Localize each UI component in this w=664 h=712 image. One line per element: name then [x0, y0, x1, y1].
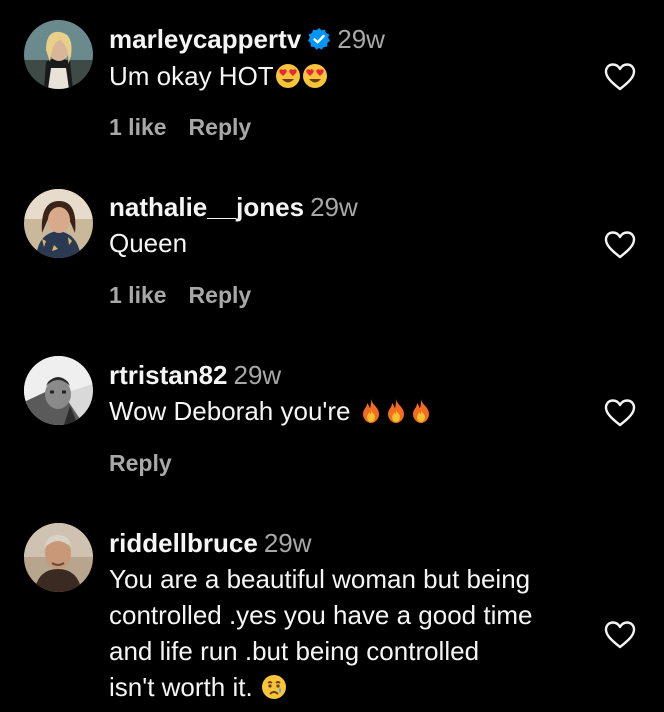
avatar[interactable]: [24, 523, 93, 592]
verified-badge-icon: [307, 27, 331, 57]
username[interactable]: riddellbruce: [109, 528, 258, 558]
crying-face-emoji-icon: [261, 673, 287, 709]
username[interactable]: rtristan82: [109, 360, 228, 390]
comment-actions: 1 like Reply: [109, 281, 251, 309]
comment-text-content: isn't worth it.: [109, 672, 260, 702]
avatar[interactable]: [24, 20, 93, 89]
reply-button[interactable]: Reply: [189, 114, 252, 140]
reply-button[interactable]: Reply: [189, 282, 252, 308]
comment-header: rtristan82 29w: [109, 360, 281, 390]
fire-emoji-icon: [384, 397, 408, 433]
likes-count[interactable]: 1 like: [109, 282, 167, 308]
heart-outline-icon[interactable]: [604, 230, 636, 260]
comment-header: marleycappertv 29w: [109, 24, 385, 57]
comment-text-content: Um okay HOT: [109, 61, 274, 91]
comment-text-content: Wow Deborah you're: [109, 396, 358, 426]
comment-text: Um okay HOT: [109, 58, 328, 98]
comment-actions: 1 like Reply: [109, 113, 251, 141]
comment-timestamp[interactable]: 29w: [234, 360, 282, 390]
comment-header: nathalie__jones 29w: [109, 192, 358, 222]
comment-timestamp[interactable]: 29w: [337, 24, 385, 54]
likes-count[interactable]: 1 like: [109, 114, 167, 140]
comment-timestamp[interactable]: 29w: [264, 528, 312, 558]
avatar[interactable]: [24, 189, 93, 258]
heart-eyes-emoji-icon: [275, 62, 301, 98]
comment-text-line-last: isn't worth it.: [109, 669, 532, 709]
fire-emoji-icon: [409, 397, 433, 433]
comment-actions: Reply: [109, 449, 172, 477]
username[interactable]: nathalie__jones: [109, 192, 304, 222]
fire-emoji-icon: [359, 397, 383, 433]
comment-text-line: and life run .but being controlled: [109, 636, 480, 666]
comment-text-content: Queen: [109, 228, 188, 258]
comment-header: riddellbruce 29w: [109, 528, 312, 558]
heart-outline-icon[interactable]: [604, 62, 636, 92]
heart-outline-icon[interactable]: [604, 398, 636, 428]
username[interactable]: marleycappertv: [109, 24, 301, 54]
heart-eyes-emoji-icon: [302, 62, 328, 98]
avatar[interactable]: [24, 356, 93, 425]
comment-text-line: controlled .yes you have a good time: [109, 600, 533, 630]
comment-text: You are a beautiful woman but being cont…: [109, 561, 532, 709]
comment-timestamp[interactable]: 29w: [310, 192, 358, 222]
heart-outline-icon[interactable]: [604, 620, 636, 650]
reply-button[interactable]: Reply: [109, 450, 172, 476]
comment-text-line: You are a beautiful woman but being: [109, 564, 531, 594]
comment-text: Queen: [109, 225, 187, 261]
comment-text: Wow Deborah you're: [109, 393, 433, 433]
